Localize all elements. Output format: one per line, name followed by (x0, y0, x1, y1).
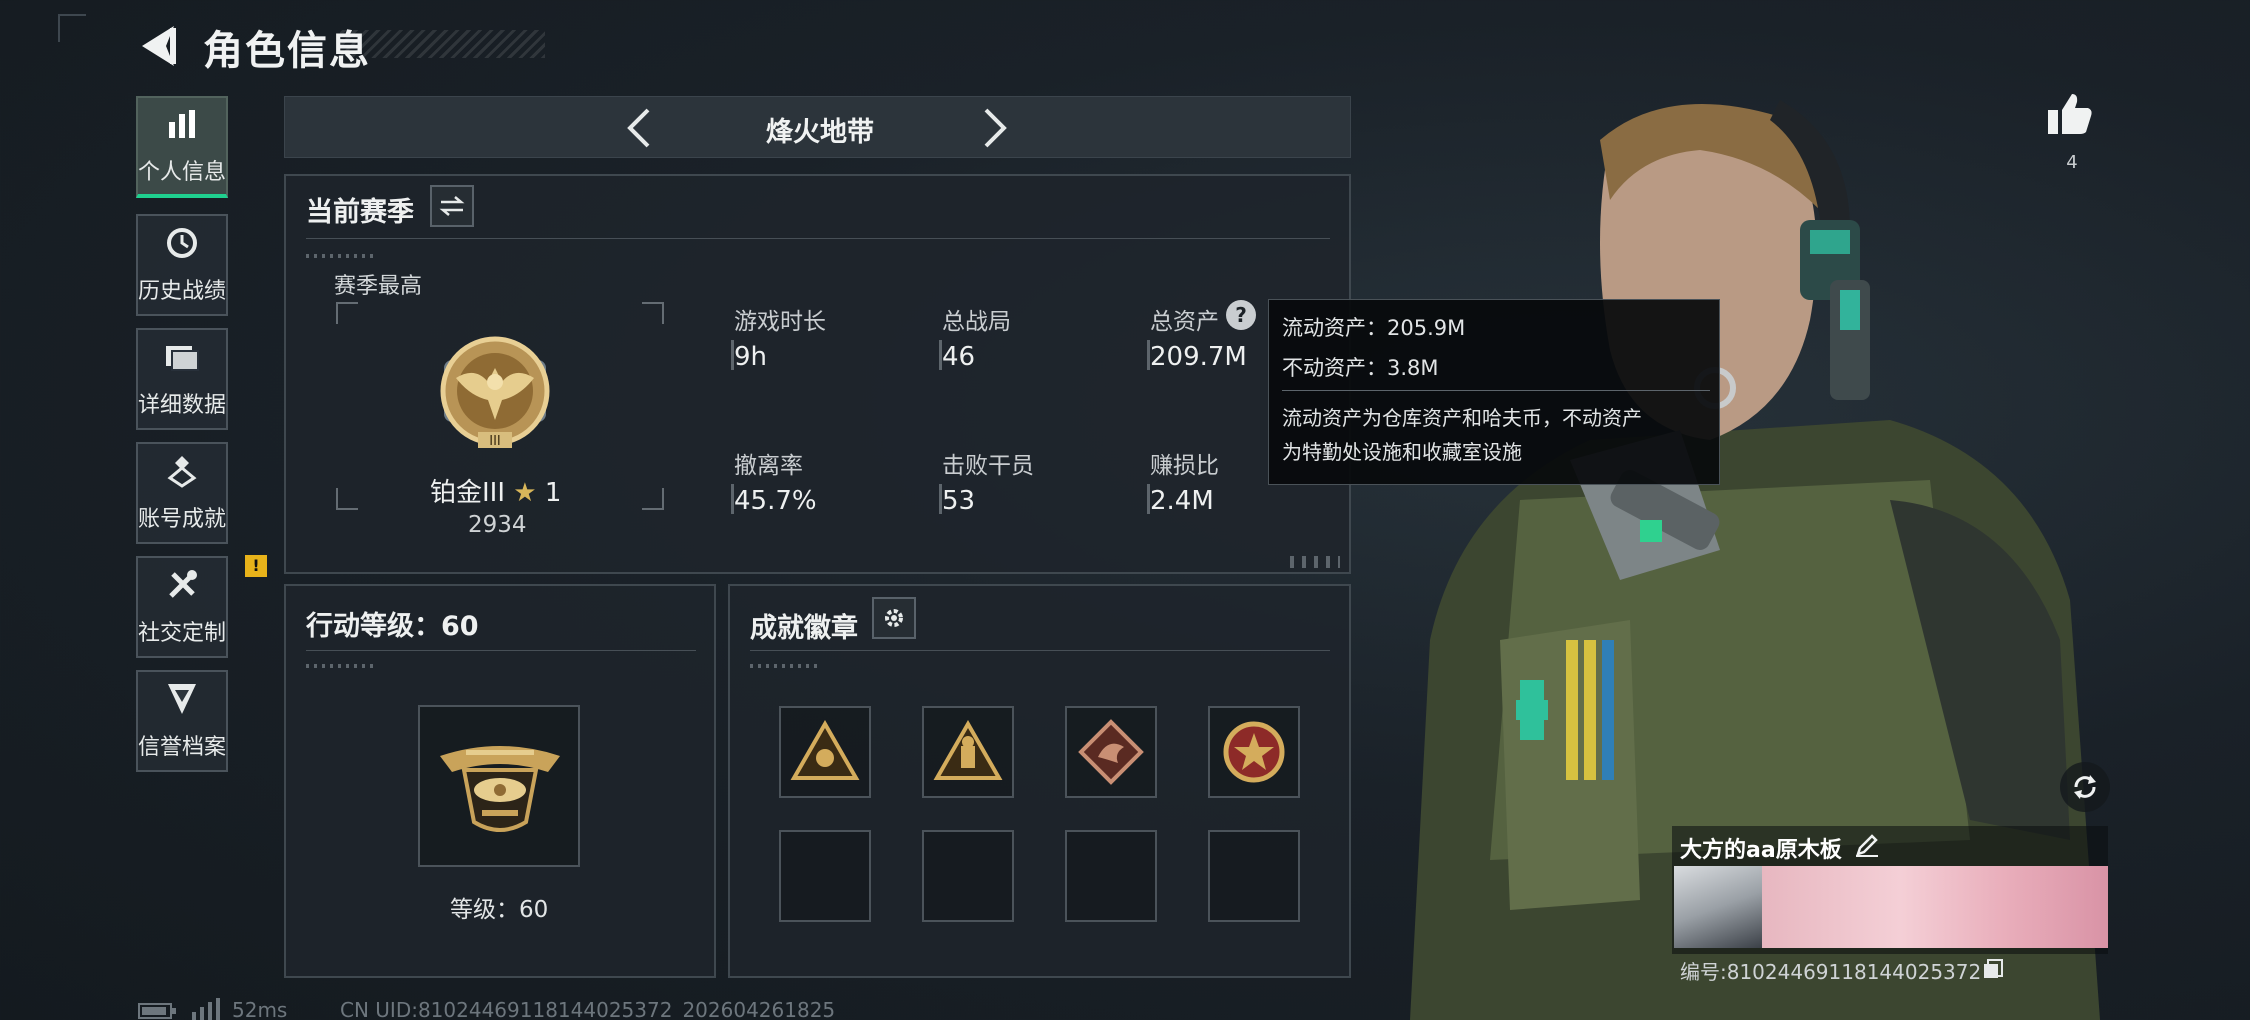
sidebar-item-social-custom[interactable]: 社交定制 (136, 556, 228, 658)
player-avatar[interactable] (1674, 866, 1762, 948)
bracket-top-left (336, 302, 358, 324)
mode-name: 烽火地带 (766, 117, 874, 148)
shield-chevron-icon (162, 681, 202, 717)
dotted-line (306, 664, 376, 668)
sidebar-item-match-history[interactable]: 历史战绩 (136, 214, 228, 316)
star-round-emblem-icon (1223, 721, 1285, 783)
rank-name: 铂金III (430, 478, 506, 508)
dotted-line (306, 254, 376, 258)
achievement-badge-slot[interactable] (922, 706, 1014, 798)
tooltip-description-line2: 为特勤处设施和收藏室设施 (1282, 440, 1522, 464)
helicopter-emblem-icon (440, 746, 560, 832)
achievement-badge-slot[interactable] (779, 706, 871, 798)
tooltip-description-line1: 流动资产为仓库资产和哈夫币，不动资产 (1282, 406, 1642, 430)
copy-icon[interactable] (1982, 958, 2004, 980)
folder-icon (162, 339, 202, 375)
swap-season-button[interactable] (430, 185, 474, 227)
medal-icon (162, 453, 202, 489)
divider (1282, 390, 1710, 391)
stat-label: 撤离率 (734, 453, 803, 479)
rank-score: 2934 (468, 512, 527, 538)
achievements-title: 成就徽章 (750, 613, 858, 644)
stat-label: 游戏时长 (734, 309, 826, 335)
season-title: 当前赛季 (306, 197, 414, 228)
sidebar-item-detail-data[interactable]: 详细数据 (136, 328, 228, 430)
sidebar-item-label: 历史战绩 (138, 279, 227, 304)
rotate-model-button[interactable] (2060, 762, 2110, 812)
sidebar-item-label: 账号成就 (138, 507, 227, 532)
rank-stars: 1 (544, 478, 562, 508)
sidebar-item-label: 社交定制 (138, 621, 227, 646)
player-name: 大方的aa原木板 (1680, 838, 1842, 863)
stat-value: 9h (734, 342, 768, 372)
signal-icon (192, 998, 220, 1020)
back-arrow-icon[interactable] (138, 22, 182, 70)
empty-badge-slot[interactable] (1208, 830, 1300, 922)
tools-icon (162, 567, 202, 603)
divider (306, 238, 1330, 239)
panel-corner-ticks (1290, 556, 1340, 568)
empty-badge-slot[interactable] (779, 830, 871, 922)
battery-icon (138, 1003, 176, 1019)
stat-value: 2.4M (1150, 486, 1214, 516)
player-banner-image (1762, 866, 2108, 948)
stat-value: 45.7% (734, 486, 817, 516)
empty-badge-slot[interactable] (922, 830, 1014, 922)
corner-decoration (58, 14, 86, 42)
notification-badge: ! (245, 555, 267, 577)
action-level-title: 行动等级：60 (306, 611, 479, 642)
chevron-left-icon[interactable] (624, 106, 654, 150)
sidebar-item-label: 详细数据 (138, 393, 227, 418)
likes-count: 4 (2066, 152, 2078, 173)
divider (750, 650, 1330, 651)
level-text: 等级：60 (450, 897, 549, 923)
achievement-badge-slot[interactable] (1208, 706, 1300, 798)
triangle-soldier-icon (933, 720, 1003, 780)
fixed-assets-text: 不动资产：3.8M (1282, 356, 1439, 380)
bracket-bottom-left (336, 488, 358, 510)
stat-value: 46 (942, 342, 976, 372)
history-clock-icon (162, 225, 202, 261)
star-icon: ★ (513, 478, 537, 508)
ping-text: 52ms (232, 998, 288, 1020)
bar-chart-icon (162, 106, 202, 142)
sidebar-item-label: 个人信息 (138, 160, 227, 185)
chevron-right-icon[interactable] (980, 106, 1010, 150)
uid-text: CN UID:81024469118144025372_202604261825 (340, 998, 836, 1020)
help-icon[interactable]: ? (1226, 300, 1256, 330)
sidebar-item-personal-info[interactable]: 个人信息 (136, 96, 228, 198)
achievement-badge-slot[interactable] (1065, 706, 1157, 798)
season-best-label: 赛季最高 (334, 274, 423, 299)
liquid-assets-text: 流动资产：205.9M (1282, 316, 1466, 340)
rank-name-row: 铂金III ★ 1 (430, 472, 561, 509)
empty-badge-slot[interactable] (1065, 830, 1157, 922)
stat-value: 209.7M (1150, 342, 1247, 372)
stat-label: 总战局 (942, 309, 1011, 335)
stat-label: 击败干员 (942, 453, 1034, 479)
divider (306, 650, 696, 651)
sidebar-item-account-achievements[interactable]: 账号成就 (136, 442, 228, 544)
badge-settings-button[interactable] (872, 597, 916, 639)
gear-icon (885, 609, 903, 627)
stat-value: 53 (942, 486, 976, 516)
dragon-diamond-icon (1078, 719, 1144, 785)
bracket-top-right (642, 302, 664, 324)
sidebar-item-label: 信誉档案 (138, 735, 227, 760)
rank-emblem-icon: III (440, 336, 550, 449)
title-stripes (340, 30, 545, 58)
swap-arrows-icon (439, 196, 465, 216)
player-id: 编号:81024469118144025372 (1680, 960, 1982, 984)
stat-label: 赚损比 (1150, 453, 1219, 479)
sidebar-item-reputation[interactable]: 信誉档案 (136, 670, 228, 772)
stat-label: 总资产 (1150, 309, 1219, 335)
rotate-icon (2074, 775, 2096, 799)
thumbs-up-icon[interactable] (2046, 92, 2094, 136)
edit-pencil-icon[interactable] (1854, 834, 1880, 858)
svg-text:III: III (489, 434, 501, 449)
bracket-bottom-right (642, 488, 664, 510)
dotted-line (750, 664, 820, 668)
triangle-emblem-icon (790, 720, 860, 780)
